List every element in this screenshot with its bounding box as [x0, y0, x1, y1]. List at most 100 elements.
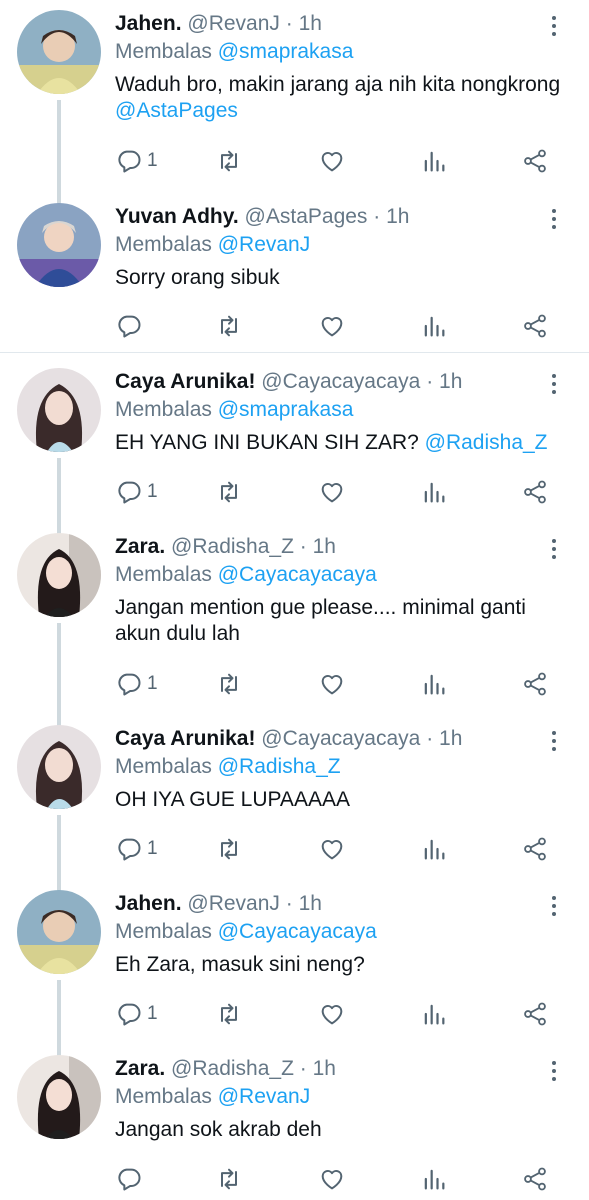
display-name[interactable]: Zara.	[115, 1057, 165, 1080]
replying-mention[interactable]: @Radisha_Z	[218, 755, 341, 778]
share-button[interactable]	[521, 475, 549, 509]
like-button[interactable]	[318, 832, 346, 866]
timestamp[interactable]: 1h	[386, 205, 409, 228]
replying-mention[interactable]: @smaprakasa	[218, 40, 354, 63]
timestamp[interactable]: 1h	[439, 370, 462, 393]
tweet-body: Jangan sok akrab deh	[115, 1118, 322, 1141]
separator: ·	[299, 1057, 307, 1080]
replying-to: Membalas @RevanJ	[115, 1083, 310, 1111]
more-options-icon[interactable]	[544, 12, 564, 40]
more-options-icon[interactable]	[544, 727, 564, 755]
like-button[interactable]	[318, 144, 346, 178]
tweet[interactable]: Zara. @Radisha_Z · 1h Membalas @Cayacaya…	[0, 533, 589, 733]
avatar[interactable]	[17, 533, 101, 617]
timestamp[interactable]: 1h	[313, 1057, 336, 1080]
share-button[interactable]	[521, 1162, 549, 1196]
retweet-button[interactable]	[215, 475, 243, 509]
reply-icon	[118, 1168, 141, 1191]
reply-button[interactable]	[115, 1162, 147, 1196]
tweet[interactable]: Jahen. @RevanJ · 1h Membalas @Cayacayaca…	[0, 890, 589, 1060]
stats-button[interactable]	[420, 832, 448, 866]
display-name[interactable]: Yuvan Adhy.	[115, 205, 239, 228]
retweet-button[interactable]	[215, 832, 243, 866]
retweet-button[interactable]	[215, 667, 243, 701]
timestamp[interactable]: 1h	[439, 727, 462, 750]
handle[interactable]: @Radisha_Z	[171, 535, 294, 558]
retweet-button[interactable]	[215, 1162, 243, 1196]
reply-count: 1	[147, 150, 158, 171]
like-button[interactable]	[318, 997, 346, 1031]
tweet[interactable]: Zara. @Radisha_Z · 1h Membalas @RevanJ J…	[0, 1055, 589, 1200]
display-name[interactable]: Zara.	[115, 535, 165, 558]
avatar[interactable]	[17, 890, 101, 974]
like-button[interactable]	[318, 309, 346, 343]
retweet-button[interactable]	[215, 309, 243, 343]
avatar[interactable]	[17, 368, 101, 452]
separator: ·	[285, 12, 293, 35]
stats-button[interactable]	[420, 309, 448, 343]
share-icon	[524, 672, 546, 696]
share-button[interactable]	[521, 832, 549, 866]
stats-button[interactable]	[420, 667, 448, 701]
stats-button[interactable]	[420, 997, 448, 1031]
reply-button[interactable]: 1	[115, 997, 158, 1031]
handle[interactable]: @RevanJ	[187, 12, 280, 35]
timestamp[interactable]: 1h	[299, 12, 322, 35]
replying-label: Membalas	[115, 398, 212, 421]
retweet-button[interactable]	[215, 997, 243, 1031]
mention-link[interactable]: @Radisha_Z	[425, 431, 548, 454]
reply-button[interactable]: 1	[115, 144, 158, 178]
replying-mention[interactable]: @Cayacayacaya	[218, 563, 377, 586]
display-name[interactable]: Caya Arunika!	[115, 370, 255, 393]
share-button[interactable]	[521, 997, 549, 1031]
handle[interactable]: @RevanJ	[187, 892, 280, 915]
display-name[interactable]: Caya Arunika!	[115, 727, 255, 750]
replying-mention[interactable]: @smaprakasa	[218, 398, 354, 421]
share-button[interactable]	[521, 309, 549, 343]
handle[interactable]: @Cayacayacaya	[261, 370, 420, 393]
stats-button[interactable]	[420, 1162, 448, 1196]
avatar[interactable]	[17, 10, 101, 94]
avatar[interactable]	[17, 1055, 101, 1139]
more-options-icon[interactable]	[544, 892, 564, 920]
handle[interactable]: @Cayacayacaya	[261, 727, 420, 750]
like-button[interactable]	[318, 1162, 346, 1196]
timestamp[interactable]: 1h	[313, 535, 336, 558]
tweet-body: OH IYA GUE LUPAAAAA	[115, 788, 350, 811]
display-name[interactable]: Jahen.	[115, 12, 182, 35]
share-button[interactable]	[521, 667, 549, 701]
more-options-icon[interactable]	[544, 370, 564, 398]
like-button[interactable]	[318, 475, 346, 509]
replying-mention[interactable]: @RevanJ	[218, 1085, 311, 1108]
action-bar: 1	[115, 997, 575, 1031]
thread-line	[57, 623, 61, 733]
reply-button[interactable]: 1	[115, 667, 158, 701]
display-name[interactable]: Jahen.	[115, 892, 182, 915]
tweet[interactable]: Caya Arunika! @Cayacayacaya · 1h Membala…	[0, 725, 589, 895]
reply-button[interactable]: 1	[115, 832, 158, 866]
action-bar	[115, 1162, 575, 1196]
handle[interactable]: @AstaPages	[245, 205, 368, 228]
avatar[interactable]	[17, 725, 101, 809]
handle[interactable]: @Radisha_Z	[171, 1057, 294, 1080]
avatar[interactable]	[17, 203, 101, 287]
more-options-icon[interactable]	[544, 1057, 564, 1085]
replying-mention[interactable]: @Cayacayacaya	[218, 920, 377, 943]
stats-button[interactable]	[420, 475, 448, 509]
reply-button[interactable]	[115, 309, 147, 343]
tweet[interactable]: Caya Arunika! @Cayacayacaya · 1h Membala…	[0, 368, 589, 538]
tweet-text: Waduh bro, makin jarang aja nih kita non…	[115, 72, 575, 124]
retweet-button[interactable]	[215, 144, 243, 178]
more-options-icon[interactable]	[544, 535, 564, 563]
tweet-body: Jangan mention gue please.... minimal ga…	[115, 596, 526, 645]
share-button[interactable]	[521, 144, 549, 178]
timestamp[interactable]: 1h	[299, 892, 322, 915]
tweet[interactable]: Jahen. @RevanJ · 1h Membalas @smaprakasa…	[0, 10, 589, 210]
tweet[interactable]: Yuvan Adhy. @AstaPages · 1h Membalas @Re…	[0, 203, 589, 343]
like-button[interactable]	[318, 667, 346, 701]
reply-button[interactable]: 1	[115, 475, 158, 509]
mention-link[interactable]: @AstaPages	[115, 99, 238, 122]
stats-button[interactable]	[420, 144, 448, 178]
more-options-icon[interactable]	[544, 205, 564, 233]
replying-mention[interactable]: @RevanJ	[218, 233, 311, 256]
